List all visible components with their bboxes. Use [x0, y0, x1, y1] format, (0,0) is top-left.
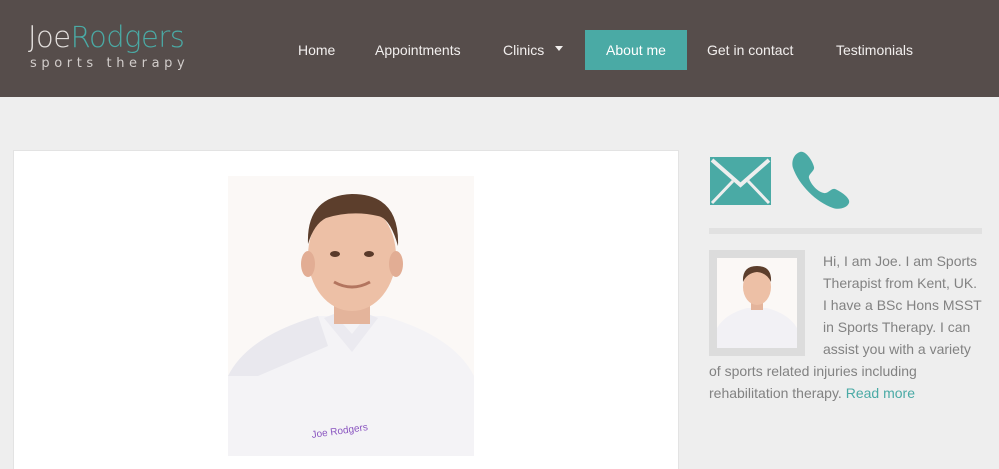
nav-item-label: Testimonials — [836, 42, 914, 58]
sidebar: Hi, I am Joe. I am Sports Therapist from… — [709, 150, 982, 401]
site-header: JoeRodgers sports therapy Home Appointme… — [0, 0, 999, 97]
nav-item-label: Get in contact — [707, 42, 794, 58]
sidebar-divider — [709, 228, 982, 234]
nav-item-about-me[interactable]: About me — [585, 30, 687, 70]
main-content-card: Joe Rodgers — [13, 150, 679, 469]
nav-item-label: About me — [606, 42, 666, 58]
nav-item-testimonials[interactable]: Testimonials — [836, 30, 913, 70]
nav-item-appointments[interactable]: Appointments — [375, 30, 461, 70]
nav-item-label: Appointments — [375, 42, 461, 58]
main-nav: Home Appointments Clinics About me Get i… — [0, 30, 999, 70]
profile-photo: Joe Rodgers — [228, 176, 474, 456]
nav-item-label: Home — [298, 42, 336, 58]
about-blurb: Hi, I am Joe. I am Sports Therapist from… — [709, 250, 982, 404]
nav-item-get-in-contact[interactable]: Get in contact — [707, 30, 793, 70]
phone-icon[interactable] — [791, 150, 851, 210]
nav-item-home[interactable]: Home — [298, 30, 335, 70]
nav-item-label: Clinics — [503, 42, 545, 58]
chevron-down-icon — [555, 45, 564, 51]
avatar — [709, 250, 805, 356]
contact-icons — [709, 150, 982, 212]
mail-icon[interactable] — [710, 157, 771, 205]
nav-item-clinics[interactable]: Clinics — [503, 30, 564, 70]
read-more-link[interactable]: Read more — [846, 385, 915, 401]
